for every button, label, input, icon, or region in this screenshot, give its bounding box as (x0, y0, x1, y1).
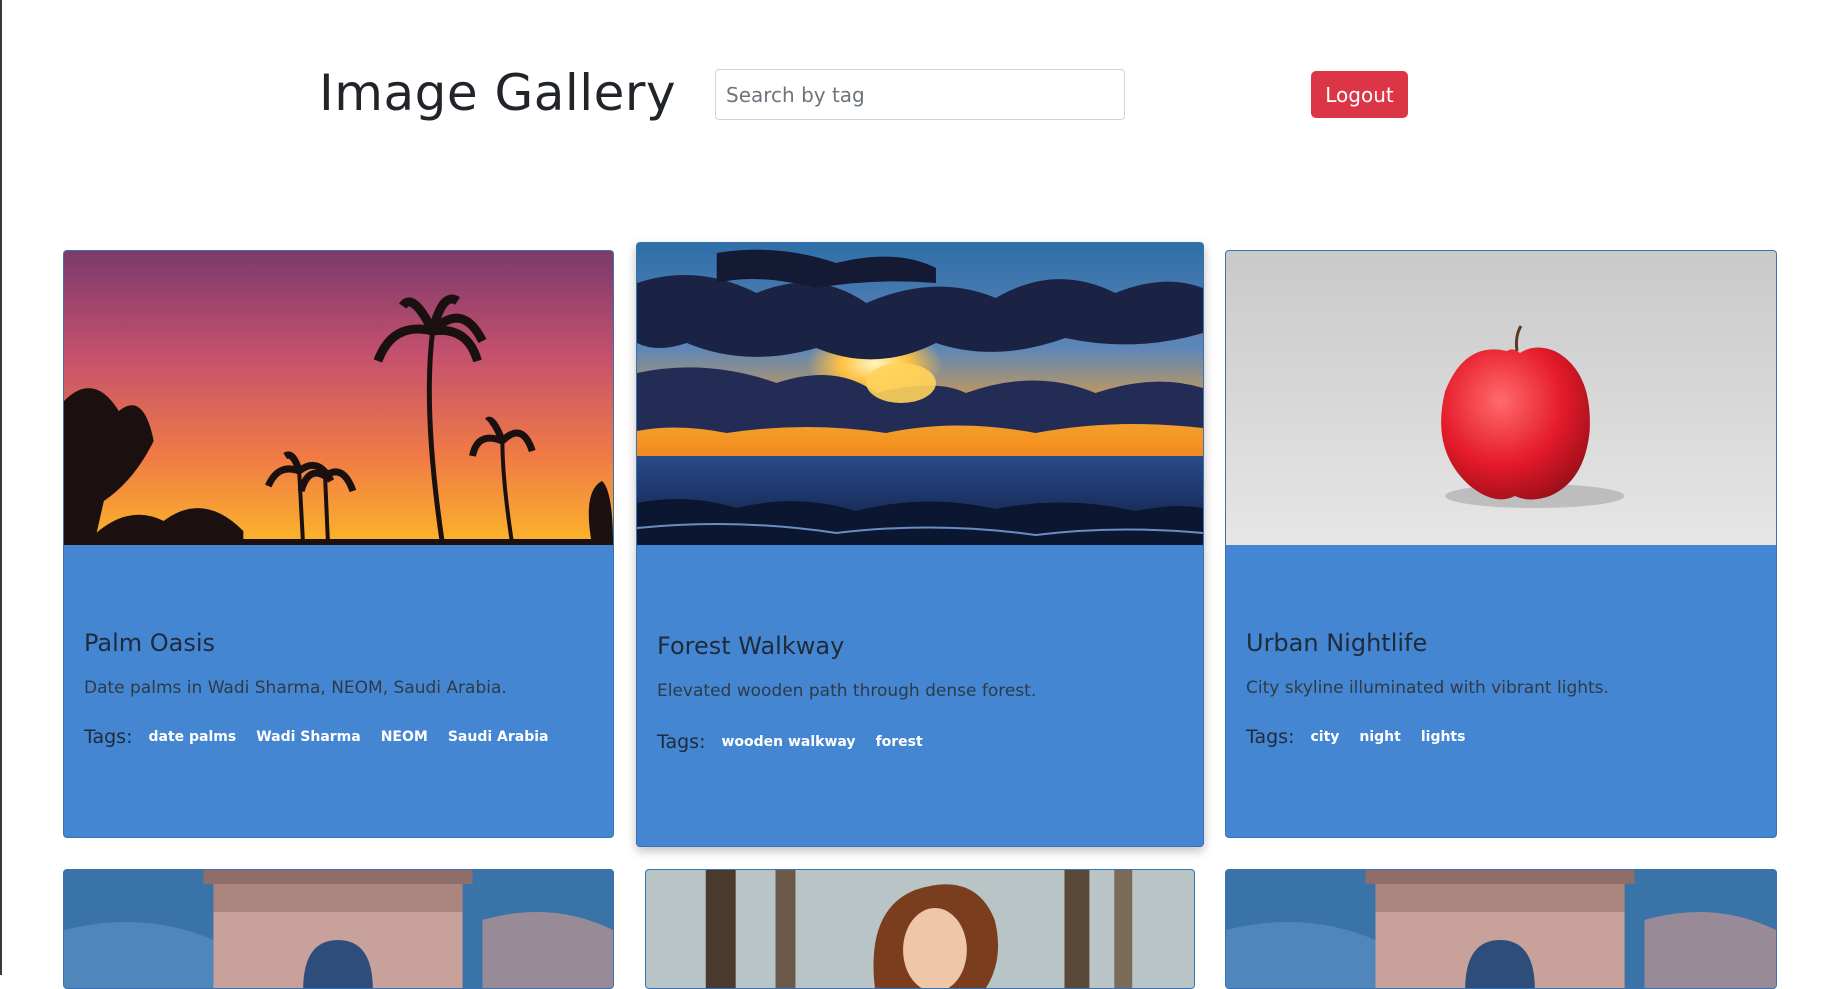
card-tags: Tags: date palms Wadi Sharma NEOM Saudi … (84, 726, 559, 748)
gallery-card[interactable] (63, 869, 614, 989)
gallery-card[interactable] (645, 869, 1195, 989)
card-description: Date palms in Wadi Sharma, NEOM, Saudi A… (84, 678, 507, 698)
logout-button[interactable]: Logout (1311, 71, 1408, 118)
card-image-arch (1226, 870, 1776, 988)
card-title: Palm Oasis (84, 629, 216, 657)
tags-label: Tags: (84, 726, 133, 748)
card-image-apple (1226, 251, 1776, 545)
tag[interactable]: Wadi Sharma (246, 727, 371, 747)
gallery-card[interactable] (1225, 869, 1777, 989)
card-image-ocean-sunset (637, 243, 1203, 545)
gallery-card[interactable]: Palm Oasis Date palms in Wadi Sharma, NE… (63, 250, 614, 838)
tag[interactable]: forest (866, 732, 933, 752)
tag[interactable]: night (1349, 727, 1410, 747)
card-image-arch (64, 870, 613, 988)
gallery-card[interactable]: Urban Nightlife City skyline illuminated… (1225, 250, 1777, 838)
tag[interactable]: lights (1411, 727, 1476, 747)
card-description: Elevated wooden path through dense fores… (657, 681, 1037, 701)
card-title: Forest Walkway (657, 632, 845, 660)
page-title: Image Gallery (319, 64, 677, 122)
tag[interactable]: wooden walkway (711, 732, 865, 752)
card-title: Urban Nightlife (1246, 629, 1428, 657)
gallery-card[interactable]: Forest Walkway Elevated wooden path thro… (636, 242, 1204, 847)
tag[interactable]: date palms (138, 727, 246, 747)
tag[interactable]: Saudi Arabia (438, 727, 559, 747)
tags-label: Tags: (657, 731, 706, 753)
card-image-palms (64, 251, 613, 545)
card-image-portrait (646, 870, 1194, 988)
tag[interactable]: city (1300, 727, 1349, 747)
card-tags: Tags: city night lights (1246, 726, 1475, 748)
tags-label: Tags: (1246, 726, 1295, 748)
search-input[interactable] (715, 69, 1125, 120)
header: Image Gallery Logout (0, 0, 1839, 200)
card-description: City skyline illuminated with vibrant li… (1246, 678, 1609, 698)
tag[interactable]: NEOM (371, 727, 438, 747)
card-tags: Tags: wooden walkway forest (657, 731, 933, 753)
